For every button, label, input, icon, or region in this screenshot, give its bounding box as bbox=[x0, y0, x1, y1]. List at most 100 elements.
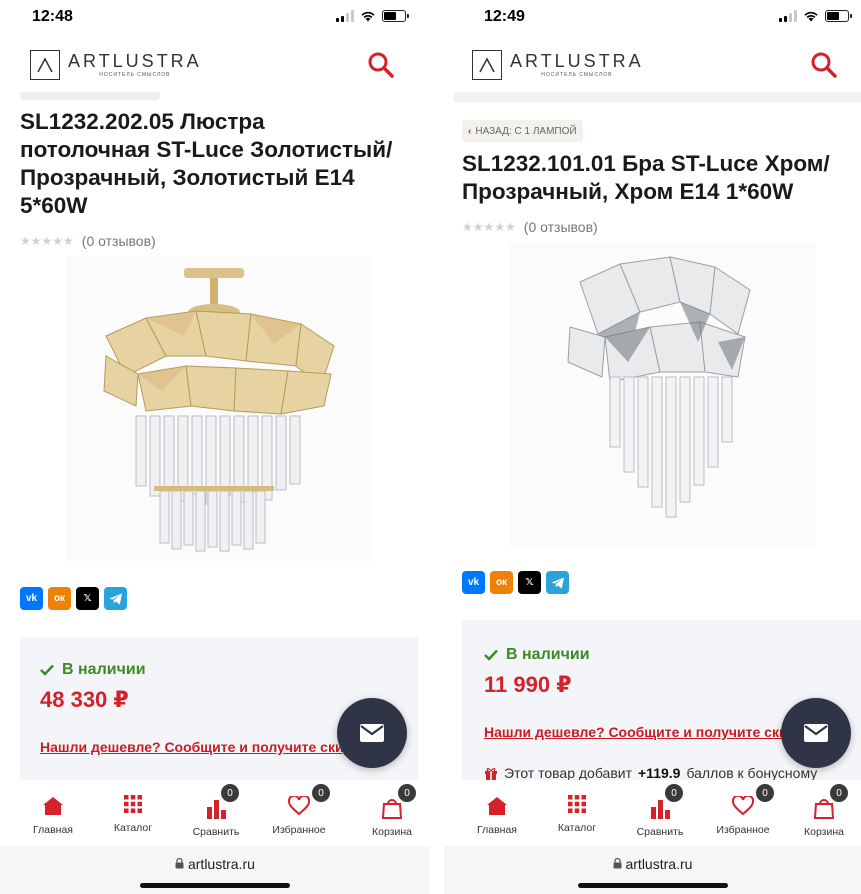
stock-label: В наличии bbox=[506, 646, 590, 663]
status-time: 12:49 bbox=[484, 8, 525, 25]
logo[interactable]: ARTLUSTRA НОСИТЕЛЬ СМЫСЛОВ bbox=[472, 50, 644, 80]
tab-favorites[interactable]: 0 Избранное bbox=[703, 784, 783, 836]
heart-icon bbox=[732, 796, 754, 816]
wall-lamp-chrome-illustration bbox=[567, 256, 751, 518]
lock-icon bbox=[175, 857, 184, 869]
chandelier-gold-illustration bbox=[103, 268, 335, 552]
logo-tagline: НОСИТЕЛЬ СМЫСЛОВ bbox=[99, 72, 171, 78]
logo[interactable]: ARTLUSTRA НОСИТЕЛЬ СМЫСЛОВ bbox=[30, 50, 202, 80]
bonus-prefix: Этот товар добавит bbox=[504, 765, 632, 781]
wifi-icon bbox=[361, 11, 375, 22]
tab-label: Главная bbox=[477, 824, 517, 836]
favorites-badge: 0 bbox=[756, 784, 774, 802]
vk-share-icon[interactable]: vk bbox=[462, 571, 485, 594]
check-icon bbox=[484, 649, 498, 661]
tab-label: Сравнить bbox=[636, 826, 684, 838]
tab-catalog[interactable]: Каталог bbox=[537, 788, 617, 834]
x-share-icon[interactable]: 𝕏 bbox=[518, 571, 541, 594]
home-indicator[interactable] bbox=[577, 883, 728, 888]
search-icon[interactable] bbox=[366, 50, 396, 80]
logo-text: ARTLUSTRA bbox=[68, 51, 202, 71]
stock-label: В наличии bbox=[62, 661, 146, 678]
site-header: ARTLUSTRA НОСИТЕЛЬ СМЫСЛОВ bbox=[444, 44, 861, 92]
tab-compare[interactable]: 0 Сравнить bbox=[176, 784, 256, 838]
phone-screen-right: 12:49 ARTLUSTRA НОСИТЕЛЬ СМЫСЛОВ ‹ НАЗАД… bbox=[444, 0, 861, 894]
tab-label: Каталог bbox=[557, 822, 597, 834]
battery-icon bbox=[825, 10, 852, 22]
browser-url-bar[interactable]: artlustra.ru bbox=[0, 846, 430, 894]
mail-button[interactable] bbox=[337, 698, 407, 768]
rating-stars-icon: ★★★★★ bbox=[462, 220, 516, 234]
rating[interactable]: ★★★★★ (0 отзывов) bbox=[462, 219, 598, 235]
url-display: artlustra.ru bbox=[444, 856, 861, 872]
compare-icon bbox=[651, 800, 670, 819]
ok-share-icon[interactable]: ок bbox=[48, 587, 71, 610]
tab-home[interactable]: Главная bbox=[13, 790, 93, 836]
bonus-value: +119.9 bbox=[638, 765, 681, 781]
tab-home[interactable]: Главная bbox=[457, 790, 537, 836]
mail-button[interactable] bbox=[781, 698, 851, 768]
home-indicator[interactable] bbox=[140, 883, 290, 888]
price: 11 990 ₽ bbox=[484, 672, 572, 697]
compare-badge: 0 bbox=[221, 784, 239, 802]
lock-icon bbox=[613, 857, 622, 869]
gift-icon bbox=[485, 768, 497, 780]
search-icon[interactable] bbox=[809, 50, 839, 80]
browser-url-bar[interactable]: artlustra.ru bbox=[444, 846, 861, 894]
found-cheaper-link[interactable]: Нашли дешевле? Сообщите и получите скид bbox=[484, 724, 796, 740]
title-line: SL1232.101.01 Бра ST-Luce Хром/ bbox=[462, 151, 830, 176]
tab-label: Избранное bbox=[272, 824, 326, 836]
breadcrumb-strip bbox=[20, 92, 160, 100]
tab-label: Корзина bbox=[804, 826, 844, 838]
heart-icon bbox=[288, 796, 310, 816]
battery-icon bbox=[382, 10, 409, 22]
tab-cart[interactable]: 0 Корзина bbox=[352, 784, 430, 838]
product-title: SL1232.101.01 Бра ST-Luce Хром/ Прозрачн… bbox=[462, 150, 830, 206]
tab-label: Избранное bbox=[716, 824, 770, 836]
title-line: 5*60W bbox=[20, 193, 88, 218]
share-buttons: vk ок 𝕏 bbox=[462, 571, 569, 594]
bonus-info: Этот товар добавит +119.9 баллов к бонус… bbox=[484, 765, 817, 781]
logo-mark-icon bbox=[472, 50, 502, 80]
product-image[interactable] bbox=[510, 242, 816, 547]
url-text: artlustra.ru bbox=[187, 856, 255, 872]
grid-icon bbox=[124, 795, 142, 813]
breadcrumb-strip bbox=[454, 92, 861, 102]
x-share-icon[interactable]: 𝕏 bbox=[76, 587, 99, 610]
logo-mark-icon bbox=[30, 50, 60, 80]
home-icon bbox=[43, 797, 63, 815]
ok-share-icon[interactable]: ок bbox=[490, 571, 513, 594]
envelope-icon bbox=[360, 724, 384, 742]
compare-badge: 0 bbox=[665, 784, 683, 802]
compare-icon bbox=[207, 800, 226, 819]
signal-icon bbox=[336, 10, 354, 22]
favorites-badge: 0 bbox=[312, 784, 330, 802]
stock-status: В наличии bbox=[40, 661, 146, 679]
back-link[interactable]: ‹ НАЗАД: С 1 ЛАМПОЙ bbox=[462, 120, 583, 142]
found-cheaper-link[interactable]: Нашли дешевле? Сообщите и получите скид bbox=[40, 739, 352, 755]
url-text: artlustra.ru bbox=[625, 856, 693, 872]
grid-icon bbox=[568, 795, 586, 813]
bottom-tab-bar: Главная Каталог 0 Сравнить 0 Избранное 0… bbox=[0, 780, 430, 844]
status-time: 12:48 bbox=[32, 8, 73, 25]
product-image[interactable] bbox=[66, 256, 372, 561]
signal-icon bbox=[779, 10, 797, 22]
home-icon bbox=[487, 797, 507, 815]
cart-badge: 0 bbox=[830, 784, 848, 802]
vk-share-icon[interactable]: vk bbox=[20, 587, 43, 610]
telegram-share-icon[interactable] bbox=[104, 587, 127, 610]
reviews-count: (0 отзывов) bbox=[81, 233, 156, 249]
tab-catalog[interactable]: Каталог bbox=[93, 788, 173, 834]
check-icon bbox=[40, 664, 54, 676]
tab-favorites[interactable]: 0 Избранное bbox=[259, 784, 339, 836]
tab-compare[interactable]: 0 Сравнить bbox=[620, 784, 700, 838]
stock-status: В наличии bbox=[484, 646, 590, 664]
title-line: Прозрачный, Хром E14 1*60W bbox=[462, 179, 794, 204]
tab-cart[interactable]: 0 Корзина bbox=[784, 784, 861, 838]
site-header: ARTLUSTRA НОСИТЕЛЬ СМЫСЛОВ bbox=[0, 44, 430, 92]
reviews-count: (0 отзывов) bbox=[523, 219, 598, 235]
rating[interactable]: ★★★★★ (0 отзывов) bbox=[20, 233, 156, 249]
telegram-share-icon[interactable] bbox=[546, 571, 569, 594]
url-display: artlustra.ru bbox=[0, 856, 430, 872]
cart-badge: 0 bbox=[398, 784, 416, 802]
